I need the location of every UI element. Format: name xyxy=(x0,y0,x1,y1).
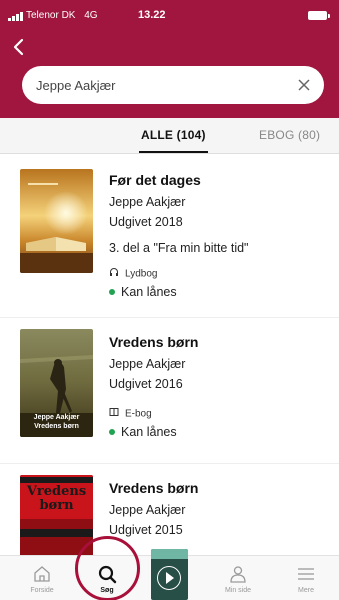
results-list: Før det dages Jeppe Aakjær Udgivet 2018 … xyxy=(0,155,339,555)
availability: Kan lånes xyxy=(109,284,249,300)
player-cover-band xyxy=(151,549,188,559)
close-icon xyxy=(298,79,310,91)
mini-player[interactable] xyxy=(151,549,188,600)
availability: Kan lånes xyxy=(109,424,198,440)
network-type: 4G xyxy=(84,10,98,21)
nav-label: Min side xyxy=(224,587,252,594)
ebook-icon xyxy=(109,407,119,421)
book-cover xyxy=(20,169,93,273)
user-icon xyxy=(230,566,246,583)
availability-label: Kan lånes xyxy=(121,285,177,299)
battery-icon xyxy=(308,11,330,20)
result-item[interactable]: Jeppe Aakjær Vredens børn Vredens børn J… xyxy=(0,317,339,477)
available-dot xyxy=(109,288,115,295)
result-author: Jeppe Aakjær xyxy=(109,195,186,209)
result-item[interactable]: Vredens børn Vredens børn Jeppe Aakjær U… xyxy=(0,463,339,555)
play-icon xyxy=(157,566,181,590)
signal-icon xyxy=(8,12,24,21)
result-format: Lydbog xyxy=(109,267,249,281)
chevron-left-icon xyxy=(13,38,24,56)
result-title: Vredens børn xyxy=(109,480,199,496)
result-author: Jeppe Aakjær xyxy=(109,503,186,517)
status-bar: Telenor DK 4G 13.22 xyxy=(8,9,331,25)
home-icon xyxy=(34,566,50,582)
cover-title: Vredens børn xyxy=(26,484,87,513)
result-title: Vredens børn xyxy=(109,334,199,350)
headphones-icon xyxy=(109,267,119,281)
result-format: E-bog xyxy=(109,407,198,421)
cover-title: Jeppe Aakjær Vredens børn xyxy=(33,414,80,430)
nav-search[interactable]: Søg xyxy=(77,556,137,600)
nav-label: Søg xyxy=(100,587,114,594)
nav-label: Mere xyxy=(298,587,314,594)
nav-my-page[interactable]: Min side xyxy=(208,556,268,600)
available-dot xyxy=(109,428,115,435)
search-icon xyxy=(98,565,117,584)
result-series: 3. del a "Fra min bitte tid" xyxy=(109,241,249,255)
book-cover: Vredens børn xyxy=(20,475,93,555)
book-cover: Jeppe Aakjær Vredens børn xyxy=(20,329,93,437)
format-label: E-bog xyxy=(125,408,152,420)
result-published: Udgivet 2016 xyxy=(109,377,183,391)
app-header: Telenor DK 4G 13.22 xyxy=(0,0,339,118)
nav-more[interactable]: Mere xyxy=(276,556,336,600)
clock: 13.22 xyxy=(138,9,166,21)
result-title: Før det dages xyxy=(109,172,201,188)
back-button[interactable] xyxy=(10,38,28,56)
tab-all[interactable]: ALLE (104) xyxy=(139,128,208,153)
availability-label: Kan lånes xyxy=(121,425,177,439)
result-author: Jeppe Aakjær xyxy=(109,357,186,371)
result-item[interactable]: Før det dages Jeppe Aakjær Udgivet 2018 … xyxy=(0,165,339,315)
result-published: Udgivet 2015 xyxy=(109,523,183,537)
menu-icon xyxy=(298,568,314,580)
carrier-name: Telenor DK xyxy=(26,10,76,21)
clear-search-button[interactable] xyxy=(296,77,312,93)
result-tabs: ALLE (104) EBOG (80) xyxy=(0,118,339,154)
search-input[interactable] xyxy=(36,66,286,104)
result-published: Udgivet 2018 xyxy=(109,215,183,229)
search-bar xyxy=(22,66,324,104)
nav-home[interactable]: Forside xyxy=(12,556,72,600)
nav-label: Forside xyxy=(30,587,54,594)
tab-ebook[interactable]: EBOG (80) xyxy=(259,128,320,142)
format-label: Lydbog xyxy=(125,268,158,280)
